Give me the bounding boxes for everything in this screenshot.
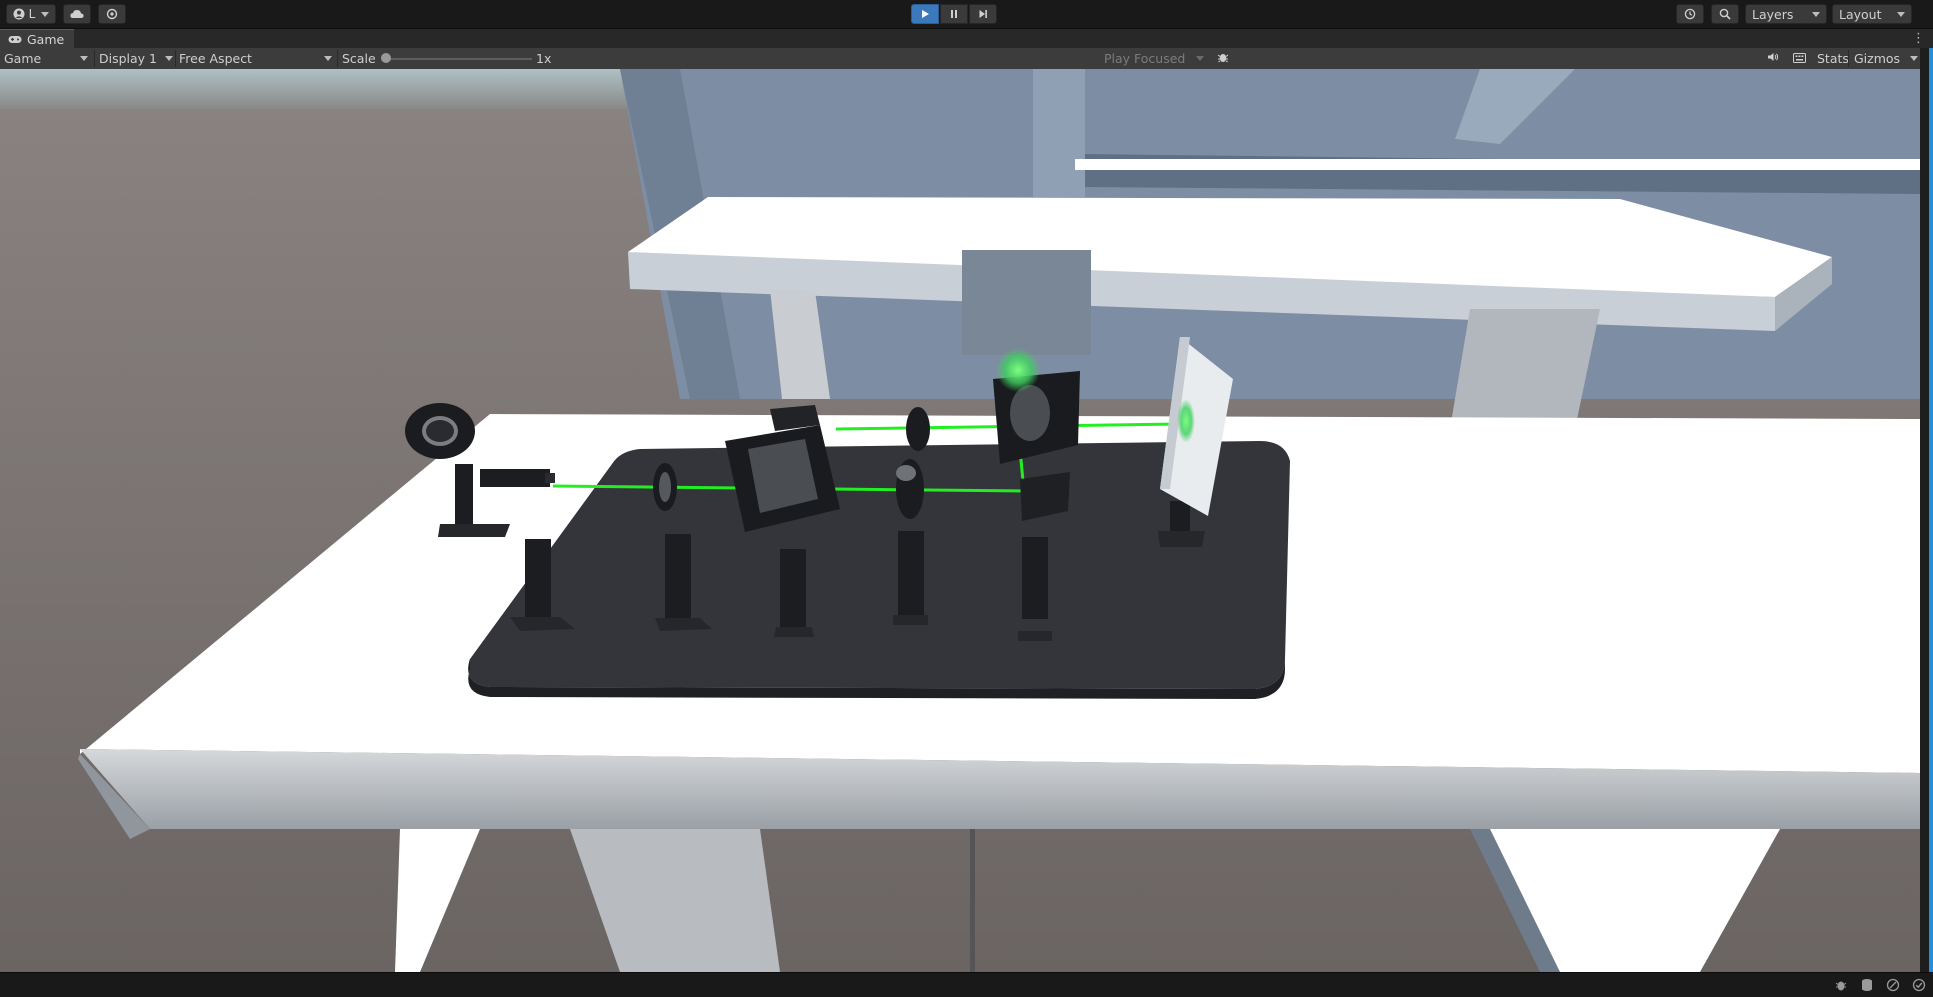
optics-lab-scene: [0, 69, 1920, 972]
frame-debugger-button[interactable]: [1214, 48, 1232, 69]
chevron-down-icon: [165, 56, 173, 61]
gizmos-label: Gizmos: [1854, 51, 1901, 66]
divider: [94, 50, 95, 67]
step-icon: [978, 9, 988, 19]
tab-game-label: Game: [27, 32, 65, 47]
network-icon[interactable]: [1885, 977, 1901, 993]
laser-spot-screen: [1177, 399, 1195, 443]
scale-label: Scale: [342, 51, 376, 66]
step-button[interactable]: [969, 4, 997, 24]
playmode-controls: [911, 4, 997, 24]
scale-slider-track[interactable]: [384, 58, 532, 60]
layers-dropdown[interactable]: Layers: [1745, 4, 1827, 24]
pause-button[interactable]: [940, 4, 968, 24]
chevron-down-icon: [1897, 11, 1905, 17]
shortcuts-button[interactable]: [1790, 48, 1808, 69]
game-viewport[interactable]: [0, 69, 1920, 972]
play-button[interactable]: [911, 4, 939, 24]
play-focused-value: Play Focused: [1104, 51, 1186, 66]
account-label: L: [28, 7, 36, 21]
game-view-toolbar: Game Display 1 Free Aspect Scale 1x Play…: [0, 48, 1933, 70]
gamepad-icon: [8, 32, 22, 47]
search-button[interactable]: [1711, 4, 1739, 24]
status-bar: [0, 972, 1933, 997]
account-icon: [13, 8, 25, 20]
cache-server-icon[interactable]: [1859, 977, 1875, 993]
window-tab-bar: Game ⋮: [0, 29, 1933, 49]
speaker-icon: [1767, 51, 1779, 66]
scale-value: 1x: [536, 51, 552, 66]
layers-label: Layers: [1752, 6, 1794, 22]
debug-icon[interactable]: [1833, 977, 1849, 993]
account-group: L: [6, 4, 56, 24]
bug-icon: [1217, 51, 1229, 66]
shelf-panel: [962, 250, 1091, 355]
accent-strip: [1929, 48, 1933, 972]
display-select[interactable]: Display 1: [99, 48, 173, 69]
view-select[interactable]: Game: [4, 48, 88, 69]
window-edge: [1920, 48, 1933, 972]
divider: [1848, 50, 1849, 67]
search-icon: [1719, 8, 1731, 20]
keyboard-icon: [1792, 51, 1806, 66]
aspect-select[interactable]: Free Aspect: [179, 48, 332, 69]
gizmos-dropdown[interactable]: Gizmos: [1854, 48, 1918, 69]
collab-settings-button[interactable]: [98, 4, 126, 24]
laser-source: [480, 469, 550, 487]
divider: [175, 50, 176, 67]
scale-slider-handle[interactable]: [381, 53, 391, 63]
aspect-select-value: Free Aspect: [179, 51, 252, 66]
chevron-down-icon: [1910, 56, 1918, 61]
chevron-down-icon: [324, 56, 332, 61]
chevron-down-icon: [80, 56, 88, 61]
layout-dropdown[interactable]: Layout: [1832, 4, 1912, 24]
cloud-button[interactable]: [63, 4, 91, 24]
play-icon: [920, 9, 930, 19]
display-select-value: Display 1: [99, 51, 158, 66]
chevron-down-icon: [1196, 56, 1204, 61]
history-icon: [1684, 8, 1696, 20]
check-icon[interactable]: [1911, 977, 1927, 993]
more-options-icon[interactable]: ⋮: [1912, 31, 1925, 46]
mirror-mount-top: [906, 407, 930, 451]
stats-button[interactable]: Stats: [1817, 48, 1849, 69]
pause-icon: [949, 9, 959, 19]
divider: [337, 50, 338, 67]
play-focused-select[interactable]: Play Focused: [1104, 48, 1204, 69]
tab-game[interactable]: Game: [0, 29, 75, 49]
cloud-icon: [70, 9, 84, 19]
chevron-down-icon: [41, 11, 50, 17]
undo-history-button[interactable]: [1676, 4, 1704, 24]
view-select-value: Game: [4, 51, 42, 66]
layout-label: Layout: [1839, 6, 1882, 22]
settings-icon: [106, 8, 118, 20]
mute-audio-button[interactable]: [1764, 48, 1782, 69]
account-button[interactable]: L: [6, 4, 56, 24]
main-toolbar: L Layers Layout: [0, 0, 1933, 29]
laser-spot-panel: [996, 348, 1040, 392]
chevron-down-icon: [1812, 11, 1820, 17]
